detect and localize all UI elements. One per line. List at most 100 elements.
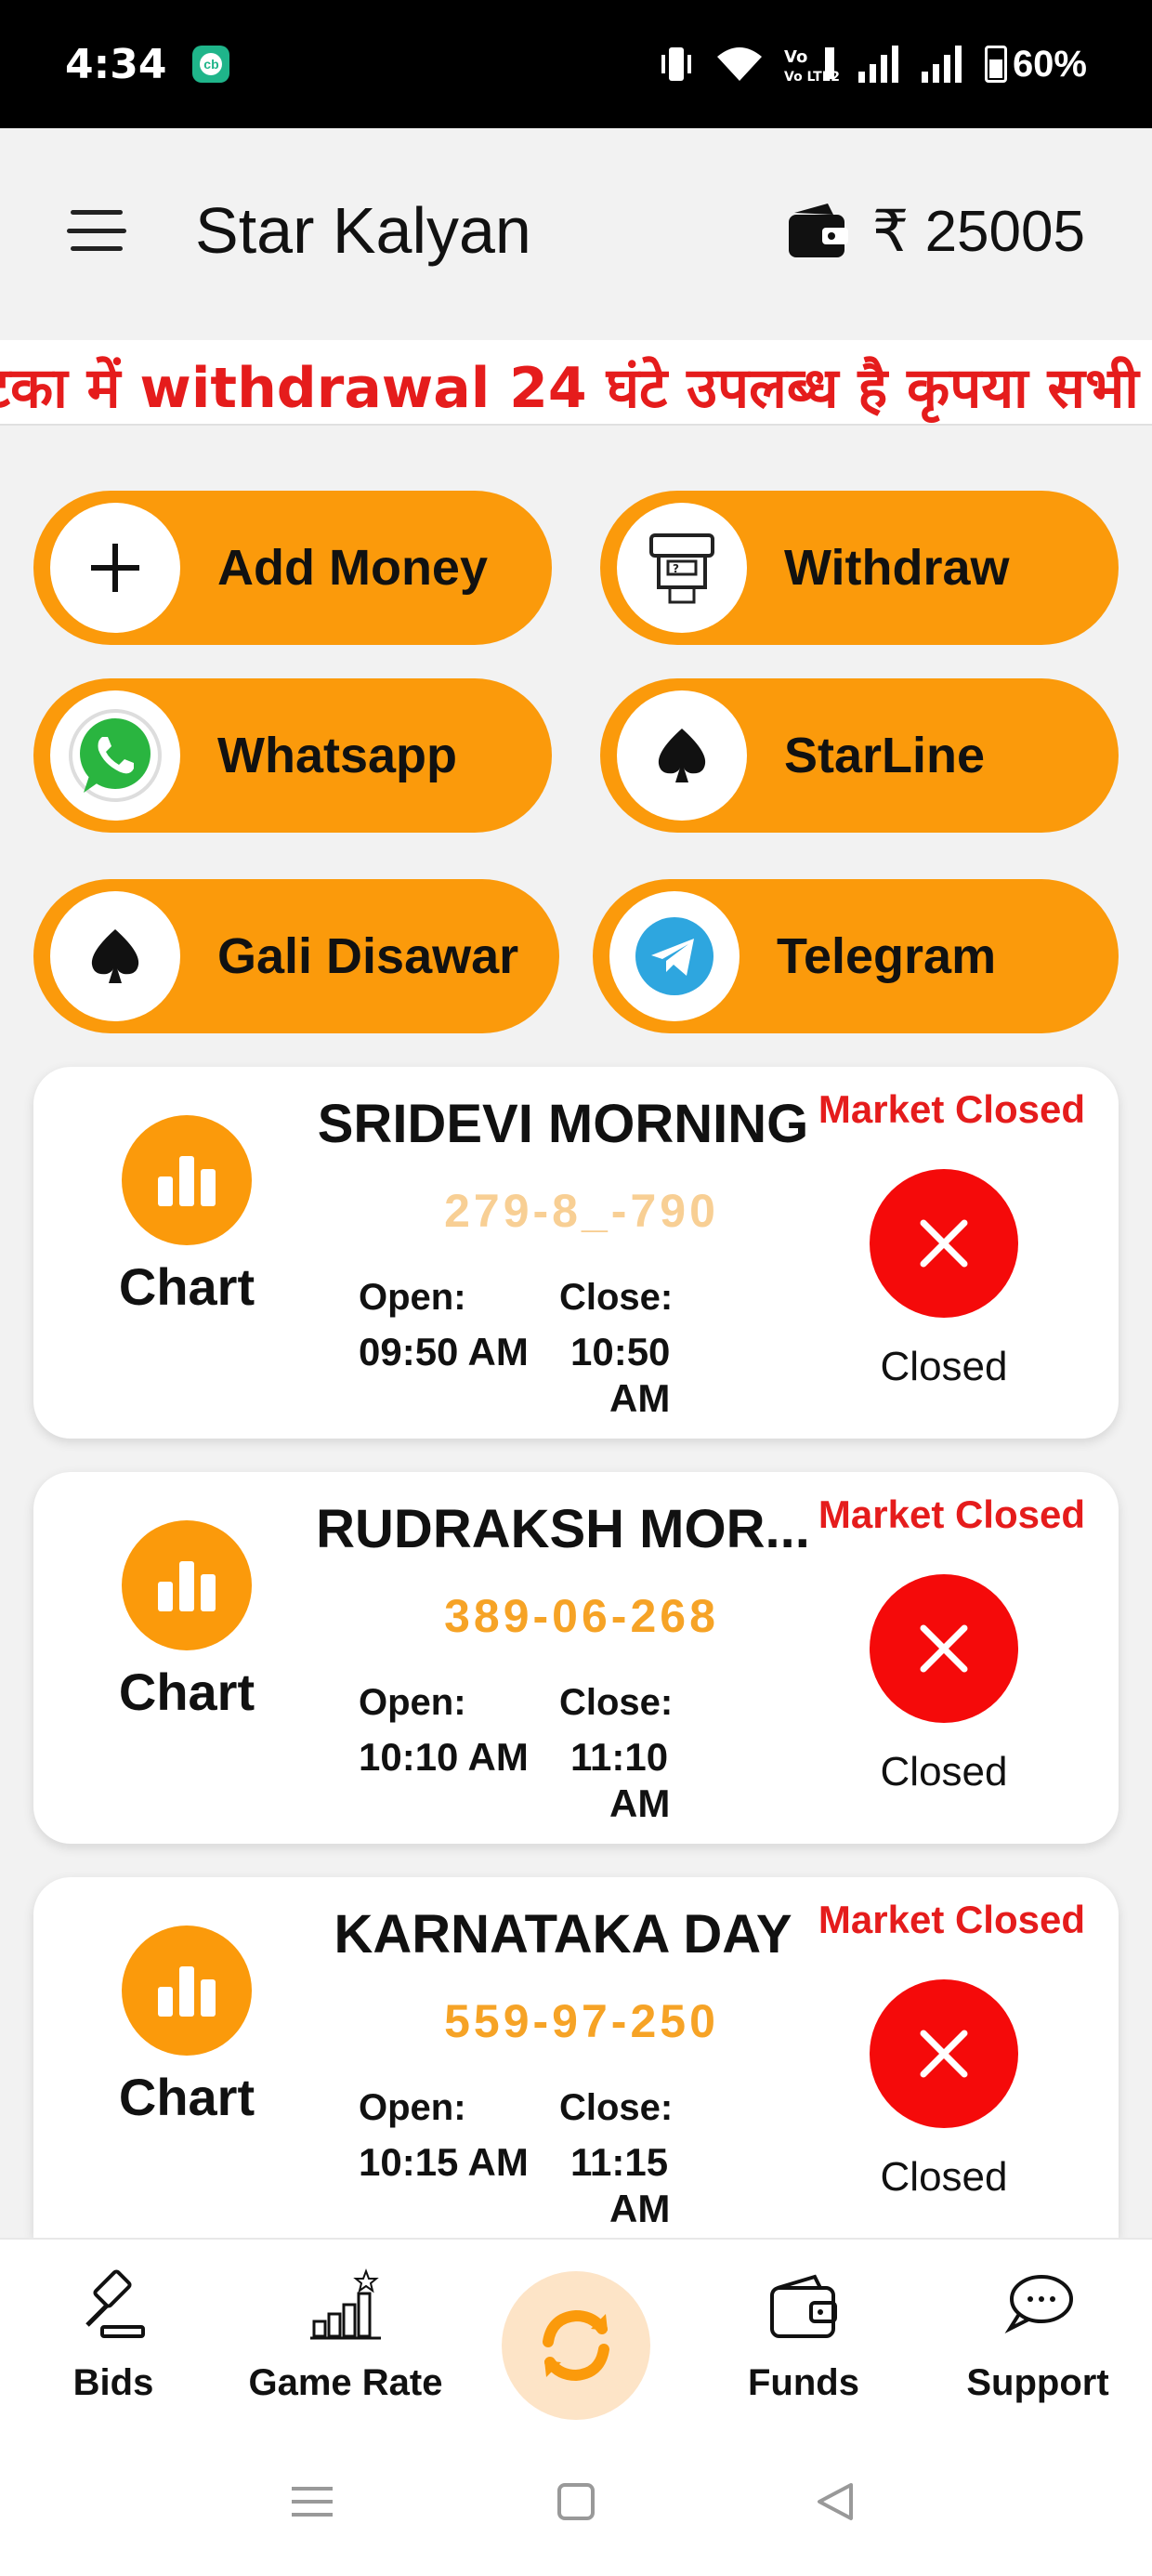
- close-x-icon: [920, 1219, 968, 1268]
- chart-label: Chart: [118, 1257, 255, 1316]
- market-card-sridevi-morning[interactable]: Chart SRIDEVI MORNING Market Closed 279-…: [33, 1067, 1119, 1439]
- withdraw-label: Withdraw: [784, 540, 1010, 596]
- starline-label: StarLine: [784, 728, 986, 783]
- chart-icon-circle: [122, 1520, 252, 1650]
- system-nav-bar: [0, 2433, 1152, 2576]
- open-time: 10:15 AM: [359, 2140, 529, 2184]
- market-card-rudraksh-morning[interactable]: Chart RUDRAKSH MOR... Market Closed 389-…: [33, 1472, 1119, 1844]
- gali-disawar-icon-circle: [50, 891, 180, 1021]
- nav-support[interactable]: Support: [959, 2267, 1117, 2404]
- nav-game-rate-label: Game Rate: [248, 2362, 443, 2403]
- screen: 4:34 cb Vo Vo LTE2 60% Star Kalyan ₹ 250…: [0, 0, 1152, 2576]
- bar-chart-icon: [158, 1966, 216, 2017]
- wallet-balance-button[interactable]: ₹ 25005: [785, 197, 1085, 265]
- market-result: 389-06-268: [444, 1590, 719, 1642]
- open-label: Open:: [359, 1277, 466, 1318]
- nav-bids-label: Bids: [72, 2362, 154, 2403]
- close-x-icon: [920, 1624, 968, 1673]
- chart-label: Chart: [118, 1663, 255, 1721]
- open-label: Open:: [359, 2087, 466, 2128]
- close-label: Close:: [559, 1277, 674, 1318]
- starline-icon-circle: [617, 690, 747, 821]
- telegram-icon-circle: [609, 891, 740, 1021]
- closed-status-button[interactable]: [870, 1169, 1018, 1318]
- gali-disawar-button[interactable]: Gali Disawar: [33, 879, 559, 1033]
- svg-text:Vo: Vo: [784, 47, 807, 67]
- closed-status-button[interactable]: [870, 1574, 1018, 1723]
- hamburger-menu-icon[interactable]: [67, 204, 126, 256]
- nav-funds-label: Funds: [748, 2362, 859, 2403]
- close-x-icon: [920, 2030, 968, 2078]
- starline-button[interactable]: StarLine: [600, 678, 1119, 833]
- chart-label: Chart: [118, 2068, 255, 2126]
- market-status: Market Closed: [818, 1492, 1085, 1536]
- bottom-nav: Bids Game Rate Funds Support: [0, 2238, 1152, 2433]
- wallet-balance: ₹ 25005: [871, 199, 1085, 264]
- chat-icon: [1004, 2275, 1073, 2333]
- plus-icon: [91, 544, 139, 592]
- close-label: Close:: [559, 2087, 674, 2128]
- atm-icon: ?: [649, 533, 714, 604]
- whatsapp-label: Whatsapp: [217, 728, 458, 783]
- status-time: 4:34: [65, 40, 167, 88]
- chart-icon-circle: [122, 1925, 252, 2056]
- market-card-karnataka-day[interactable]: Chart KARNATAKA DAY Market Closed 559-97…: [33, 1877, 1119, 2238]
- market-name: SRIDEVI MORNING: [317, 1094, 809, 1154]
- whatsapp-button[interactable]: Whatsapp: [33, 678, 552, 833]
- nav-bids[interactable]: Bids: [65, 2267, 162, 2404]
- home-square-icon: [557, 2483, 595, 2520]
- market-result: 559-97-250: [444, 1995, 719, 2047]
- add-money-icon-circle: [50, 503, 180, 633]
- nav-game-rate[interactable]: Game Rate: [236, 2267, 455, 2404]
- add-money-button[interactable]: Add Money: [33, 491, 552, 645]
- notice-marquee: शन मटका में withdrawal 24 घंटे उपलब्ध है…: [0, 340, 1152, 426]
- withdraw-icon-circle: ?: [617, 503, 747, 633]
- app-title: Star Kalyan: [195, 194, 531, 267]
- chart-button[interactable]: Chart: [98, 1520, 275, 1722]
- closed-label: Closed: [880, 1344, 1008, 1389]
- bar-chart-icon: [158, 1156, 216, 1206]
- wallet-icon: [788, 204, 848, 257]
- chart-icon-circle: [122, 1115, 252, 1245]
- system-back-button[interactable]: [814, 2479, 858, 2529]
- closed-label: Closed: [880, 1749, 1008, 1794]
- notice-text: शन मटका में withdrawal 24 घंटे उपलब्ध है…: [0, 356, 1139, 421]
- market-status: Market Closed: [818, 1087, 1085, 1131]
- close-time-suffix: AM: [609, 1781, 671, 1825]
- closed-status-button[interactable]: [870, 1979, 1018, 2128]
- nav-funds[interactable]: Funds: [743, 2267, 864, 2404]
- close-time: 10:50: [570, 1330, 671, 1373]
- cb-badge: cb: [200, 53, 223, 75]
- close-time-suffix: AM: [609, 2187, 671, 2230]
- spade-icon: [91, 929, 139, 983]
- gavel-icon: [85, 2269, 145, 2338]
- market-result: 279-8_-790: [444, 1185, 719, 1237]
- add-money-label: Add Money: [217, 540, 488, 596]
- system-menu-button[interactable]: [290, 2479, 334, 2529]
- market-name: KARNATAKA DAY: [334, 1904, 792, 1965]
- svg-text:?: ?: [673, 562, 679, 575]
- market-name: RUDRAKSH MOR...: [316, 1499, 810, 1559]
- chart-button[interactable]: Chart: [98, 1115, 275, 1317]
- back-triangle-icon: [818, 2483, 853, 2520]
- battery-percent: 60%: [1012, 43, 1087, 85]
- open-time: 10:10 AM: [359, 1735, 529, 1779]
- market-status: Market Closed: [818, 1898, 1085, 1941]
- chart-button[interactable]: Chart: [98, 1925, 275, 2127]
- signal-2-icon: [921, 44, 966, 85]
- telegram-icon: [635, 917, 713, 995]
- refresh-button[interactable]: [502, 2271, 650, 2420]
- withdraw-button[interactable]: ? Withdraw: [600, 491, 1119, 645]
- system-home-button[interactable]: [556, 2479, 596, 2529]
- volte-icon: Vo Vo LTE2: [784, 44, 840, 85]
- whatsapp-icon: [69, 709, 162, 802]
- bar-chart-icon: [158, 1561, 216, 1611]
- battery-icon: [984, 46, 1007, 83]
- cb-app-icon: cb: [192, 46, 230, 83]
- wifi-icon: [713, 44, 766, 85]
- wallet-icon: [770, 2274, 837, 2338]
- close-time: 11:10: [570, 1735, 669, 1779]
- telegram-button[interactable]: Telegram: [593, 879, 1119, 1033]
- nav-support-label: Support: [966, 2362, 1109, 2403]
- status-bar: 4:34 cb Vo Vo LTE2 60%: [0, 0, 1152, 128]
